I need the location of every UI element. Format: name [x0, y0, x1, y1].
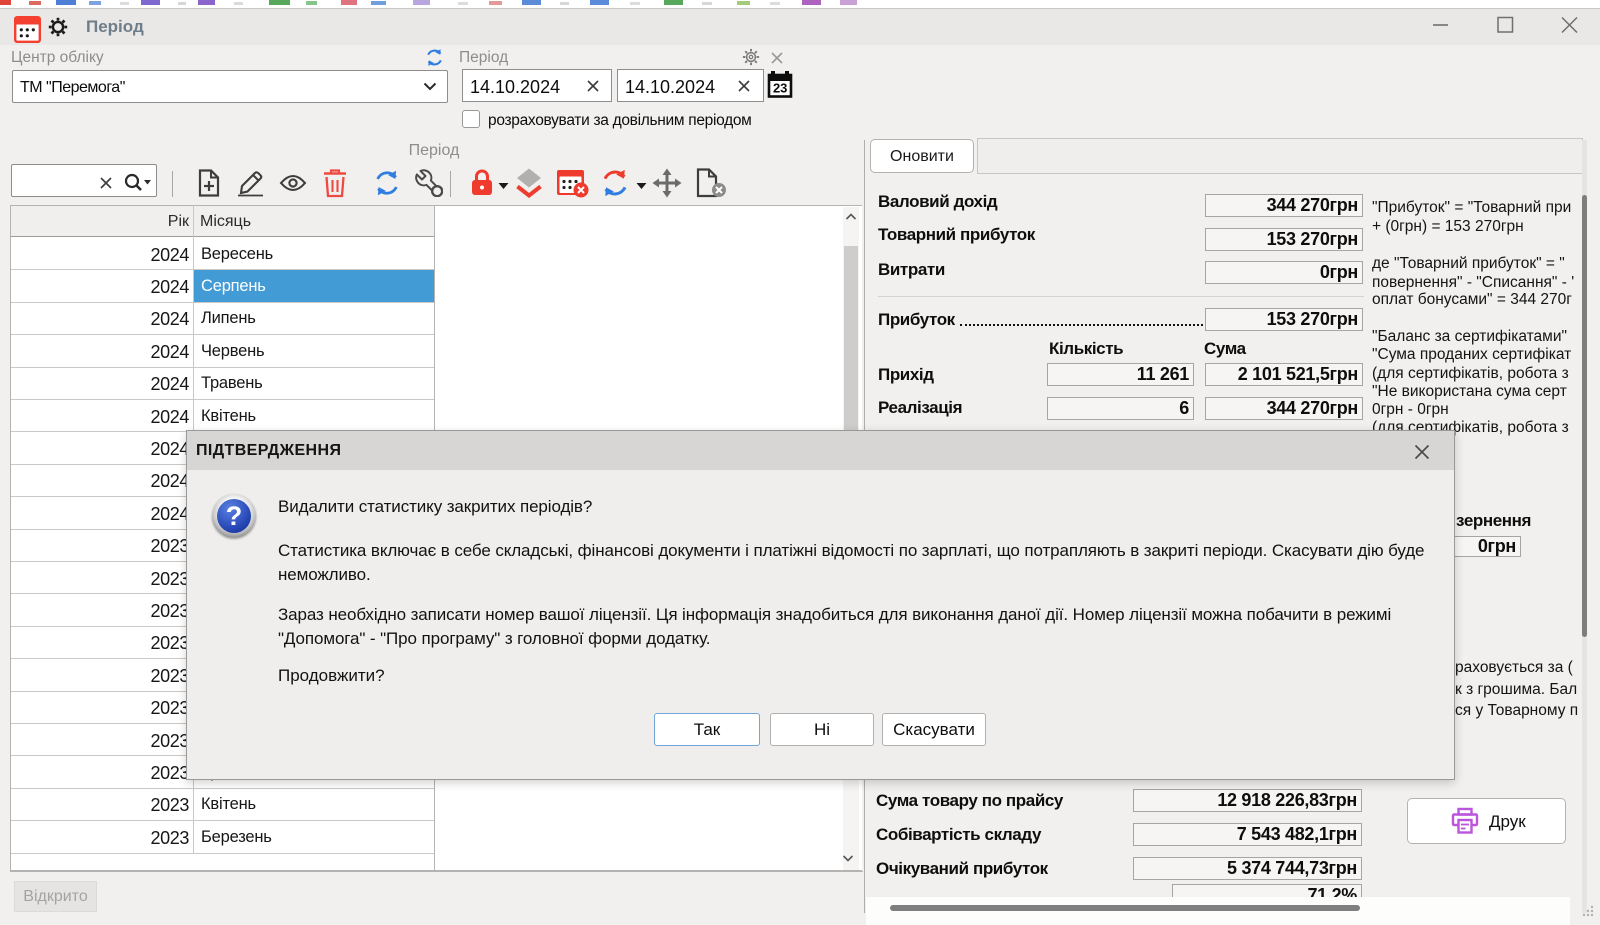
svg-text:23: 23 — [773, 81, 787, 96]
